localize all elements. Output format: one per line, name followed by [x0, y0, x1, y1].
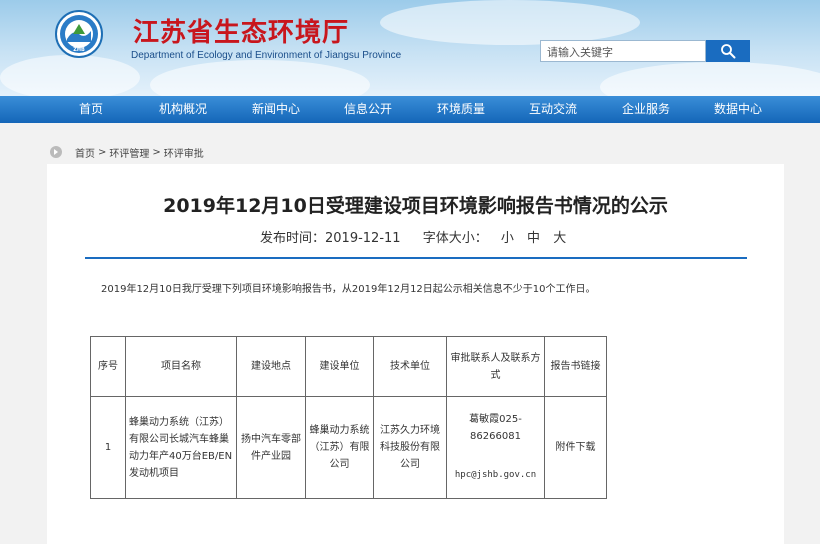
breadcrumb: 首页 > 环评管理 > 环评审批: [50, 145, 204, 160]
nav-item-organization[interactable]: 机构概况: [159, 96, 207, 123]
emblem-text: ZHB: [73, 47, 85, 53]
site-subtitle: Department of Ecology and Environment of…: [131, 50, 402, 61]
font-size-medium[interactable]: 中: [527, 231, 540, 246]
breadcrumb-home[interactable]: 首页: [75, 145, 95, 160]
cloud-decoration: [0, 55, 140, 96]
search-icon: [721, 44, 736, 59]
breadcrumb-eia-management[interactable]: 环评管理: [109, 145, 149, 160]
cell-report-link[interactable]: 附件下载: [544, 396, 607, 499]
article-meta: 发布时间：2019-12-11 字体大小： 小 中 大: [260, 227, 566, 246]
cell-builder: 蜂巢动力系统（江苏）有限公司: [305, 396, 374, 499]
breadcrumb-eia-approval[interactable]: 环评审批: [164, 145, 204, 160]
cell-location: 扬中汽车零部件产业园: [236, 396, 306, 499]
header-location: 建设地点: [236, 336, 306, 397]
header-tech-unit: 技术单位: [373, 336, 447, 397]
search-button[interactable]: [706, 40, 750, 62]
publish-date: 2019-12-11: [325, 231, 401, 246]
emblem-graphic: ZHB: [60, 15, 98, 53]
nav-item-environment-quality[interactable]: 环境质量: [437, 96, 485, 123]
font-size-label: 字体大小：: [422, 231, 488, 246]
cloud-decoration: [600, 62, 820, 96]
main-nav: 首页 机构概况 新闻中心 信息公开 环境质量 互动交流 企业服务 数据中心: [0, 96, 820, 123]
site-header: ZHB 江苏省生态环境厅 Department of Ecology and E…: [0, 0, 820, 96]
article-intro: 2019年12月10日我厅受理下列项目环境影响报告书，从2019年12月12日起…: [101, 284, 596, 295]
title-divider: [85, 257, 747, 259]
cloud-decoration: [150, 60, 370, 96]
publish-label: 发布时间：: [260, 231, 326, 246]
nav-item-data-center[interactable]: 数据中心: [714, 96, 762, 123]
nav-item-disclosure[interactable]: 信息公开: [344, 96, 392, 123]
header-project: 项目名称: [125, 336, 237, 397]
contact-email[interactable]: hpc@jshb.gov.cn: [450, 467, 541, 484]
search-input[interactable]: [541, 42, 705, 63]
search-box: [540, 40, 706, 63]
article-panel: 2019年12月10日受理建设项目环境影响报告书情况的公示 发布时间：2019-…: [47, 164, 784, 544]
article-title: 2019年12月10日受理建设项目环境影响报告书情况的公示: [163, 195, 668, 217]
header-contact: 审批联系人及联系方式: [446, 336, 545, 397]
header-builder: 建设单位: [305, 336, 374, 397]
cell-project: 蜂巢动力系统（江苏）有限公司长城汽车蜂巢动力年产40万台EB/EN发动机项目: [125, 396, 237, 499]
site-title[interactable]: 江苏省生态环境厅: [133, 12, 349, 49]
cell-contact: 葛敏霞025-86266081 hpc@jshb.gov.cn: [446, 396, 545, 499]
font-size-large[interactable]: 大: [553, 231, 566, 246]
nav-item-home[interactable]: 首页: [79, 96, 103, 123]
header-report-link: 报告书链接: [544, 336, 607, 397]
provincial-emblem-icon[interactable]: ZHB: [55, 10, 103, 58]
table-header-row: 序号 项目名称 建设地点 建设单位 技术单位 审批联系人及联系方式 报告书链接: [90, 336, 607, 397]
cloud-decoration: [380, 0, 640, 45]
font-size-small[interactable]: 小: [501, 231, 514, 246]
nav-item-interaction[interactable]: 互动交流: [529, 96, 577, 123]
breadcrumb-separator: >: [152, 146, 161, 158]
nav-item-enterprise-service[interactable]: 企业服务: [622, 96, 670, 123]
breadcrumb-separator: >: [98, 146, 107, 158]
contact-name-phone: 葛敏霞025-86266081: [469, 414, 522, 442]
location-icon: [50, 146, 62, 158]
project-table: 序号 项目名称 建设地点 建设单位 技术单位 审批联系人及联系方式 报告书链接 …: [90, 336, 607, 499]
cell-tech-unit: 江苏久力环境科技股份有限公司: [373, 396, 447, 499]
header-index: 序号: [90, 336, 126, 397]
table-row: 1 蜂巢动力系统（江苏）有限公司长城汽车蜂巢动力年产40万台EB/EN发动机项目…: [90, 396, 607, 499]
nav-item-news[interactable]: 新闻中心: [252, 96, 300, 123]
cell-index: 1: [90, 396, 126, 499]
